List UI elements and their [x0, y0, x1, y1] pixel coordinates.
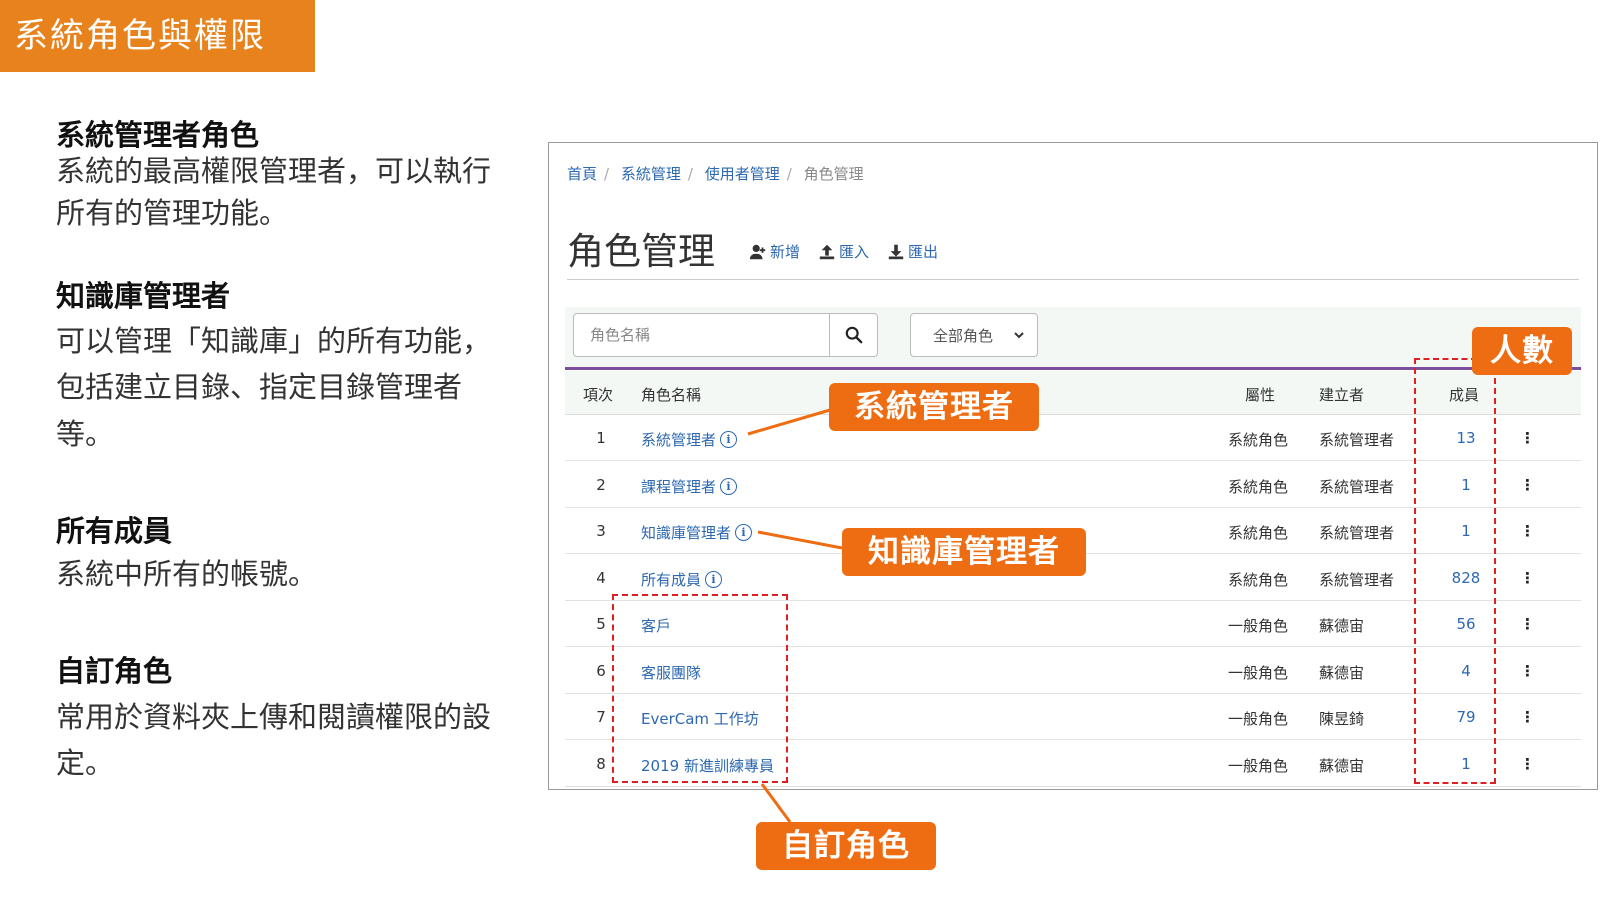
role-name-text: 課程管理者 [641, 477, 717, 496]
role-name-link[interactable]: 課程管理者 i [641, 476, 738, 497]
role-attribute: 系統角色 [1228, 570, 1289, 589]
callout-kb-admin: 知識庫管理者 [842, 528, 1086, 576]
kebab-menu-icon[interactable]: ⋮ [1520, 569, 1535, 587]
role-attribute: 一般角色 [1228, 663, 1289, 682]
role-name-link[interactable]: 知識庫管理者 i [641, 522, 753, 543]
callout-member-count: 人數 [1472, 327, 1572, 375]
note-body-kb-admin: 可以管理「知識庫」的所有功能，包括建立目錄、指定目錄管理者等。 [56, 324, 492, 451]
column-creator[interactable]: 建立者 [1319, 384, 1364, 405]
kebab-menu-icon[interactable]: ⋮ [1520, 755, 1535, 773]
role-name-text: 知識庫管理者 [641, 524, 732, 542]
import-button[interactable]: 匯入 [818, 241, 869, 262]
add-role-button[interactable]: 新增 [749, 241, 800, 262]
column-name[interactable]: 角色名稱 [641, 384, 701, 405]
breadcrumb-user-admin[interactable]: 使用者管理 [705, 165, 780, 183]
custom-roles-highlight-box [612, 594, 788, 783]
role-name-link[interactable]: 系統管理者 i [641, 429, 738, 450]
note-heading-all-members: 所有成員 [56, 514, 173, 548]
breadcrumb: 首頁 / 系統管理 / 使用者管理 / 角色管理 [567, 165, 864, 183]
chevron-down-icon [1014, 332, 1024, 339]
note-body-custom-role: 常用於資料夾上傳和閱讀權限的設定。 [56, 700, 492, 781]
slide-title: 系統角色與權限 [0, 0, 315, 72]
note-body-all-members: 系統中所有的帳號。 [56, 557, 318, 591]
members-highlight-box [1414, 358, 1496, 784]
column-index: 項次 [583, 386, 614, 404]
add-role-label: 新增 [770, 243, 801, 261]
row-index: 4 [596, 568, 606, 587]
page-title: 角色管理 [567, 230, 715, 273]
note-heading-custom-role: 自訂角色 [56, 654, 173, 688]
role-attribute: 系統角色 [1228, 477, 1289, 496]
role-attribute: 一般角色 [1228, 617, 1289, 635]
role-attribute: 一般角色 [1228, 710, 1289, 728]
row-index: 3 [596, 522, 606, 540]
search-icon [845, 326, 862, 344]
info-icon[interactable]: i [720, 431, 738, 448]
user-plus-icon [749, 244, 766, 259]
info-icon[interactable]: i [720, 477, 738, 495]
role-creator: 蘇德宙 [1319, 617, 1365, 635]
search-box [573, 313, 878, 357]
export-button[interactable]: 匯出 [887, 241, 938, 262]
row-index: 2 [596, 475, 606, 494]
note-body-system-admin: 系統的最高權限管理者，可以執行所有的管理功能。 [56, 154, 492, 231]
role-attribute: 一般角色 [1228, 756, 1289, 775]
kebab-menu-icon[interactable]: ⋮ [1520, 429, 1535, 447]
kebab-menu-icon[interactable]: ⋮ [1520, 662, 1535, 680]
column-attribute[interactable]: 屬性 [1245, 384, 1275, 405]
download-icon [888, 244, 904, 259]
kebab-menu-icon[interactable]: ⋮ [1520, 522, 1535, 540]
breadcrumb-current: 角色管理 [803, 165, 864, 183]
breadcrumb-home[interactable]: 首頁 [567, 165, 597, 183]
import-label: 匯入 [839, 243, 870, 261]
note-heading-system-admin: 系統管理者角色 [56, 118, 260, 152]
kebab-menu-icon[interactable]: ⋮ [1520, 615, 1535, 633]
role-creator: 陳昱錡 [1319, 710, 1365, 728]
export-label: 匯出 [908, 243, 939, 261]
search-input[interactable] [574, 314, 829, 356]
kebab-menu-icon[interactable]: ⋮ [1520, 476, 1535, 494]
row-index: 1 [596, 429, 606, 447]
role-creator: 系統管理者 [1319, 570, 1395, 589]
callout-system-admin: 系統管理者 [829, 383, 1039, 431]
kebab-menu-icon[interactable]: ⋮ [1520, 708, 1535, 726]
upload-icon [819, 244, 835, 259]
title-divider [567, 279, 1579, 280]
role-filter-value: 全部角色 [933, 326, 994, 345]
role-creator: 蘇德宙 [1319, 663, 1365, 682]
role-creator: 系統管理者 [1319, 431, 1395, 449]
role-name-text: 系統管理者 [641, 431, 717, 449]
role-name-text: 所有成員 [641, 570, 702, 589]
role-creator: 蘇德宙 [1319, 756, 1365, 775]
role-filter-select[interactable]: 全部角色 [910, 313, 1038, 357]
note-heading-kb-admin: 知識庫管理者 [56, 279, 231, 313]
callout-custom-role: 自訂角色 [756, 822, 936, 870]
role-attribute: 系統角色 [1228, 431, 1289, 449]
role-name-link[interactable]: 所有成員 i [641, 569, 723, 590]
breadcrumb-system-admin[interactable]: 系統管理 [621, 165, 681, 183]
info-icon[interactable]: i [705, 570, 723, 588]
role-creator: 系統管理者 [1319, 524, 1395, 542]
search-button[interactable] [829, 314, 877, 356]
info-icon[interactable]: i [735, 524, 753, 541]
toolbar-actions: 新增 匯入 匯出 [749, 241, 938, 262]
role-attribute: 系統角色 [1228, 524, 1289, 542]
role-creator: 系統管理者 [1319, 477, 1395, 496]
